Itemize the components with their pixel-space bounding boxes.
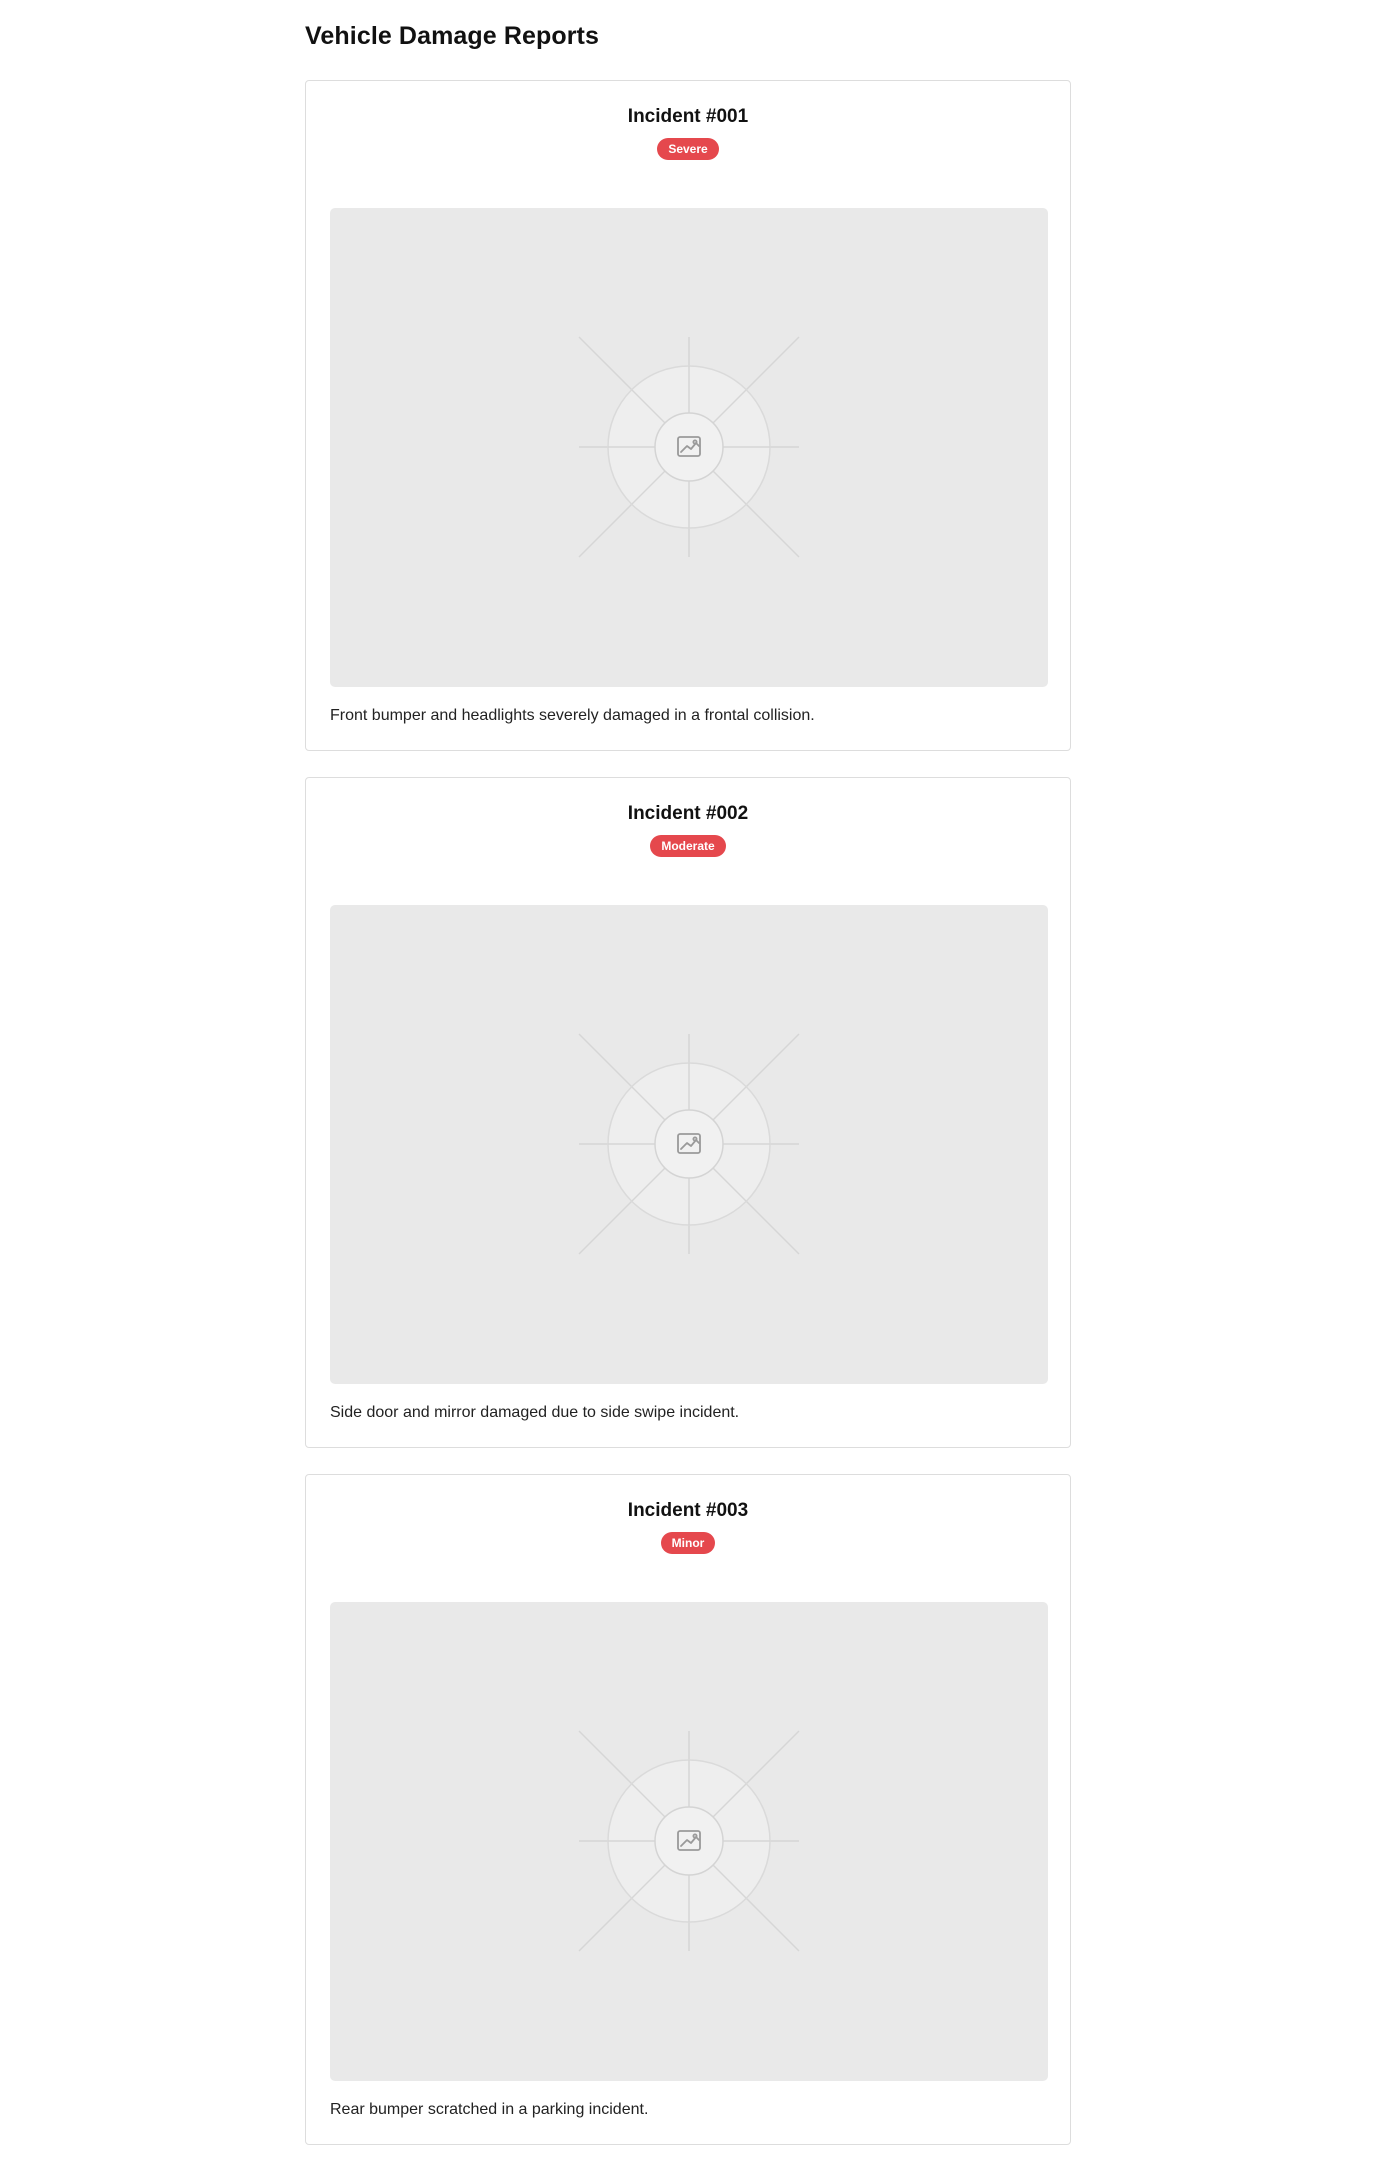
incident-description: Side door and mirror damaged due to side… bbox=[330, 1404, 740, 1421]
badge-row: Moderate bbox=[306, 835, 1070, 859]
damage-photo-placeholder[interactable] bbox=[330, 1602, 1048, 2081]
incident-title: Incident #002 bbox=[627, 803, 749, 824]
image-placeholder-graphic bbox=[578, 336, 800, 558]
severity-badge: Severe bbox=[657, 138, 719, 160]
incident-description: Rear bumper scratched in a parking incid… bbox=[330, 2101, 649, 2118]
page: Vehicle Damage Reports Incident #001 Sev… bbox=[0, 0, 1376, 2170]
image-placeholder-graphic bbox=[578, 1730, 800, 1952]
incident-card: Incident #003 Minor Rear bumper scratche… bbox=[305, 1474, 1071, 2145]
badge-row: Severe bbox=[306, 138, 1070, 162]
severity-badge: Moderate bbox=[650, 835, 726, 857]
incident-card: Incident #001 Severe Front bumper and he… bbox=[305, 80, 1071, 751]
incident-title: Incident #001 bbox=[627, 106, 749, 127]
incident-description: Front bumper and headlights severely dam… bbox=[330, 707, 815, 724]
damage-photo-placeholder[interactable] bbox=[330, 208, 1048, 687]
badge-row: Minor bbox=[306, 1532, 1070, 1556]
incident-title: Incident #003 bbox=[627, 1500, 749, 1521]
severity-badge: Minor bbox=[660, 1532, 716, 1554]
image-placeholder-graphic bbox=[578, 1033, 800, 1255]
page-title: Vehicle Damage Reports bbox=[305, 22, 599, 50]
incident-card: Incident #002 Moderate Side door and mir… bbox=[305, 777, 1071, 1448]
damage-photo-placeholder[interactable] bbox=[330, 905, 1048, 1384]
